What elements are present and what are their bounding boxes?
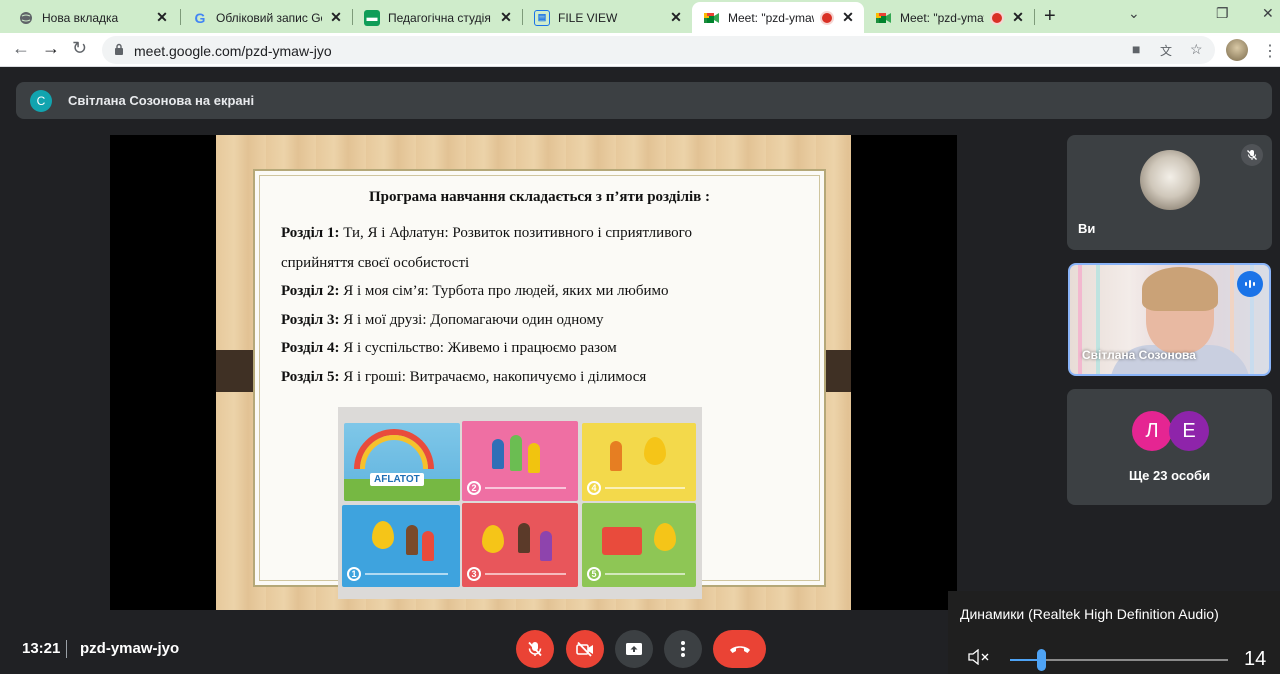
more-options-button[interactable] — [664, 630, 702, 668]
book-cover: 4 — [582, 423, 696, 501]
book-cover: 3 — [462, 503, 578, 587]
hang-up-icon — [729, 646, 750, 653]
leave-call-button[interactable] — [713, 630, 766, 668]
presenter-avatar: С — [30, 90, 52, 112]
participant-tile-others[interactable]: Л Е Ще 23 особи — [1067, 389, 1272, 505]
presentation-slide: Програма навчання складається з п’яти ро… — [216, 135, 851, 610]
close-icon[interactable]: ✕ — [838, 9, 858, 26]
document-icon: ▤ — [534, 9, 550, 26]
books-photo: AFLATOT 2 4 1 3 5 — [338, 407, 702, 599]
participant-name: Ви — [1078, 221, 1096, 236]
browser-toolbar: ← → ↻ meet.google.com/pzd-ymaw-jyo ■ 文 ☆… — [0, 33, 1280, 67]
recording-icon — [820, 10, 834, 25]
forward-arrow-icon[interactable]: → — [42, 38, 60, 59]
slide-card: Програма навчання складається з п’яти ро… — [253, 169, 826, 599]
slide-title: Програма навчання складається з п’яти ро… — [369, 189, 710, 205]
tab-title: Обліковий запис Goo — [216, 10, 322, 25]
tab-title: Meet: "pzd-ymaw — [900, 10, 984, 25]
close-icon[interactable]: ✕ — [326, 9, 346, 26]
mic-off-icon — [528, 641, 542, 657]
tab-title: Meet: "pzd-ymaw — [728, 10, 814, 25]
tab-title: Нова вкладка — [42, 10, 119, 25]
back-arrow-icon[interactable]: ← — [12, 38, 30, 59]
tab-meet[interactable]: Meet: "pzd-ymaw ✕ — [864, 2, 1034, 33]
book-cover: 2 — [462, 421, 578, 501]
recording-icon — [990, 10, 1004, 25]
avatar — [1140, 150, 1200, 210]
slide-line: Розділ 4: Я і суспільство: Живемо і прац… — [281, 340, 617, 356]
audio-device-label[interactable]: Динамики (Realtek High Definition Audio) — [960, 606, 1219, 622]
close-icon[interactable]: ✕ — [666, 9, 686, 26]
avatar: Л — [1132, 411, 1172, 451]
speaker-muted-icon[interactable] — [968, 648, 990, 670]
slide-decoration — [216, 350, 256, 392]
presenter-label: Світлана Созонова на екрані — [68, 93, 255, 108]
book-cover: 1 — [342, 505, 460, 587]
more-vert-icon — [681, 641, 685, 657]
tab-title: FILE VIEW — [558, 10, 618, 25]
book-logo: AFLATOT — [370, 473, 424, 486]
others-count: Ще 23 особи — [1128, 468, 1211, 483]
volume-flyout: Динамики (Realtek High Definition Audio)… — [948, 591, 1280, 674]
lock-icon — [115, 43, 123, 55]
google-icon: G — [194, 9, 206, 26]
browser-tab-strip: Нова вкладка ✕ G Обліковий запис Goo ✕ ▬… — [0, 0, 1280, 33]
book-cover: 5 — [582, 503, 696, 587]
participant-name: Світлана Созонова — [1082, 348, 1196, 362]
avatar: Е — [1169, 411, 1209, 451]
slide-line: Розділ 2: Я і моя сім’я: Турбота про люд… — [281, 283, 669, 299]
tab-file-view[interactable]: ▤ FILE VIEW ✕ — [522, 2, 692, 33]
camera-off-icon — [576, 641, 593, 657]
slide-line: сприйняття своєї особистості — [281, 255, 470, 271]
menu-icon[interactable]: ⋮ — [1262, 41, 1278, 61]
globe-icon — [18, 10, 34, 26]
tab-meet-active[interactable]: Meet: "pzd-ymaw ✕ — [692, 2, 864, 33]
meeting-code[interactable]: pzd-ymaw-jyo — [80, 640, 179, 657]
tab-pedagogical-studio[interactable]: ▬ Педагогічна студія (з ✕ — [352, 2, 522, 33]
address-bar[interactable]: meet.google.com/pzd-ymaw-jyo ■ 文 ☆ — [102, 36, 1215, 64]
book-cover: AFLATOT — [344, 423, 460, 501]
mic-off-icon — [1241, 144, 1263, 166]
chevron-down-icon[interactable]: ⌄ — [1128, 5, 1140, 22]
tab-google-account[interactable]: G Обліковий запис Goo ✕ — [180, 2, 352, 33]
volume-value: 14 — [1244, 648, 1267, 670]
tab-new-tab[interactable]: Нова вкладка ✕ — [6, 2, 178, 33]
camera-toggle-button[interactable] — [566, 630, 604, 668]
mic-toggle-button[interactable] — [516, 630, 554, 668]
close-icon[interactable]: ✕ — [152, 9, 172, 26]
star-icon[interactable]: ☆ — [1190, 41, 1203, 58]
tab-title: Педагогічна студія (з — [388, 10, 492, 25]
present-button[interactable] — [615, 630, 653, 668]
slide-line: Розділ 1: Ти, Я і Афлатун: Розвиток пози… — [281, 225, 692, 241]
present-screen-icon — [626, 643, 642, 655]
slide-line: Розділ 3: Я і мої друзі: Допомагаючи оди… — [281, 312, 604, 328]
classroom-icon: ▬ — [364, 9, 380, 26]
camera-icon[interactable]: ■ — [1132, 41, 1140, 57]
meet-icon — [876, 10, 892, 26]
slide-line: Розділ 5: Я і гроші: Витрачаємо, накопич… — [281, 369, 647, 385]
presenter-bar: С Світлана Созонова на екрані — [16, 82, 1272, 119]
speaking-indicator-icon — [1237, 271, 1263, 297]
close-icon[interactable]: ✕ — [1008, 9, 1028, 26]
profile-avatar[interactable] — [1226, 39, 1248, 61]
close-icon[interactable]: ✕ — [496, 9, 516, 26]
translate-icon[interactable]: 文 — [1160, 42, 1172, 59]
new-tab-button[interactable]: + — [1044, 5, 1056, 28]
meeting-time: 13:21 — [22, 640, 61, 657]
participant-tile-self[interactable]: Ви — [1067, 135, 1272, 250]
reload-icon[interactable]: ↻ — [72, 38, 87, 59]
close-window-icon[interactable]: ✕ — [1262, 5, 1274, 22]
shared-screen: Програма навчання складається з п’яти ро… — [110, 135, 957, 610]
participant-tile-speaker[interactable]: Світлана Созонова — [1068, 263, 1271, 376]
url-text: meet.google.com/pzd-ymaw-jyo — [134, 43, 332, 59]
restore-window-icon[interactable]: ❐ — [1216, 5, 1229, 22]
meet-icon — [704, 10, 720, 26]
volume-slider-thumb[interactable] — [1036, 649, 1046, 671]
